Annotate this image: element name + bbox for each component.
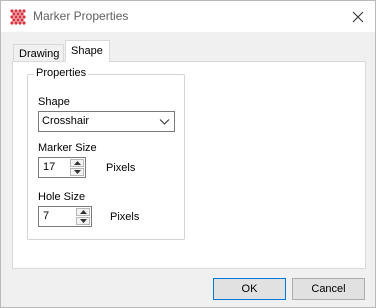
tab-shape[interactable]: Shape: [65, 40, 110, 62]
properties-group-label: Properties: [34, 67, 89, 79]
marker-size-decrement-button[interactable]: [70, 168, 84, 176]
shape-label: Shape: [38, 96, 70, 108]
shape-select[interactable]: Crosshair: [38, 111, 175, 132]
ok-button[interactable]: OK: [213, 278, 286, 300]
hole-size-value[interactable]: 7: [43, 210, 49, 222]
marker-size-unit: Pixels: [106, 162, 136, 174]
app-icon: [10, 9, 26, 25]
close-icon: [352, 11, 364, 23]
window-title: Marker Properties: [33, 9, 129, 23]
marker-size-increment-button[interactable]: [70, 159, 84, 167]
shape-select-value: Crosshair: [42, 115, 90, 127]
triangle-down-icon: [79, 219, 87, 223]
triangle-down-icon: [73, 170, 81, 174]
hole-size-label: Hole Size: [38, 191, 86, 203]
hole-size-decrement-button[interactable]: [76, 217, 90, 225]
shape-tab-panel: Properties Shape Crosshair Marker Size 1…: [12, 61, 366, 269]
chevron-down-icon: [159, 116, 170, 127]
hole-size-spin-buttons: [76, 208, 90, 225]
hole-size-stepper[interactable]: 7: [38, 206, 92, 227]
properties-groupbox: Properties Shape Crosshair Marker Size 1…: [27, 67, 185, 240]
cancel-button[interactable]: Cancel: [292, 278, 365, 300]
hole-size-unit: Pixels: [110, 211, 140, 223]
marker-properties-dialog: Marker Properties Drawing Shape Properti…: [0, 0, 376, 308]
marker-size-stepper[interactable]: 17: [38, 157, 86, 178]
triangle-up-icon: [79, 210, 87, 214]
close-button[interactable]: [347, 6, 369, 28]
marker-size-spin-buttons: [70, 159, 84, 176]
hole-size-increment-button[interactable]: [76, 208, 90, 216]
triangle-up-icon: [73, 161, 81, 165]
tab-strip: Drawing Shape: [12, 39, 366, 63]
marker-size-value[interactable]: 17: [43, 161, 55, 173]
title-bar: Marker Properties: [1, 1, 375, 32]
marker-size-label: Marker Size: [38, 142, 97, 154]
